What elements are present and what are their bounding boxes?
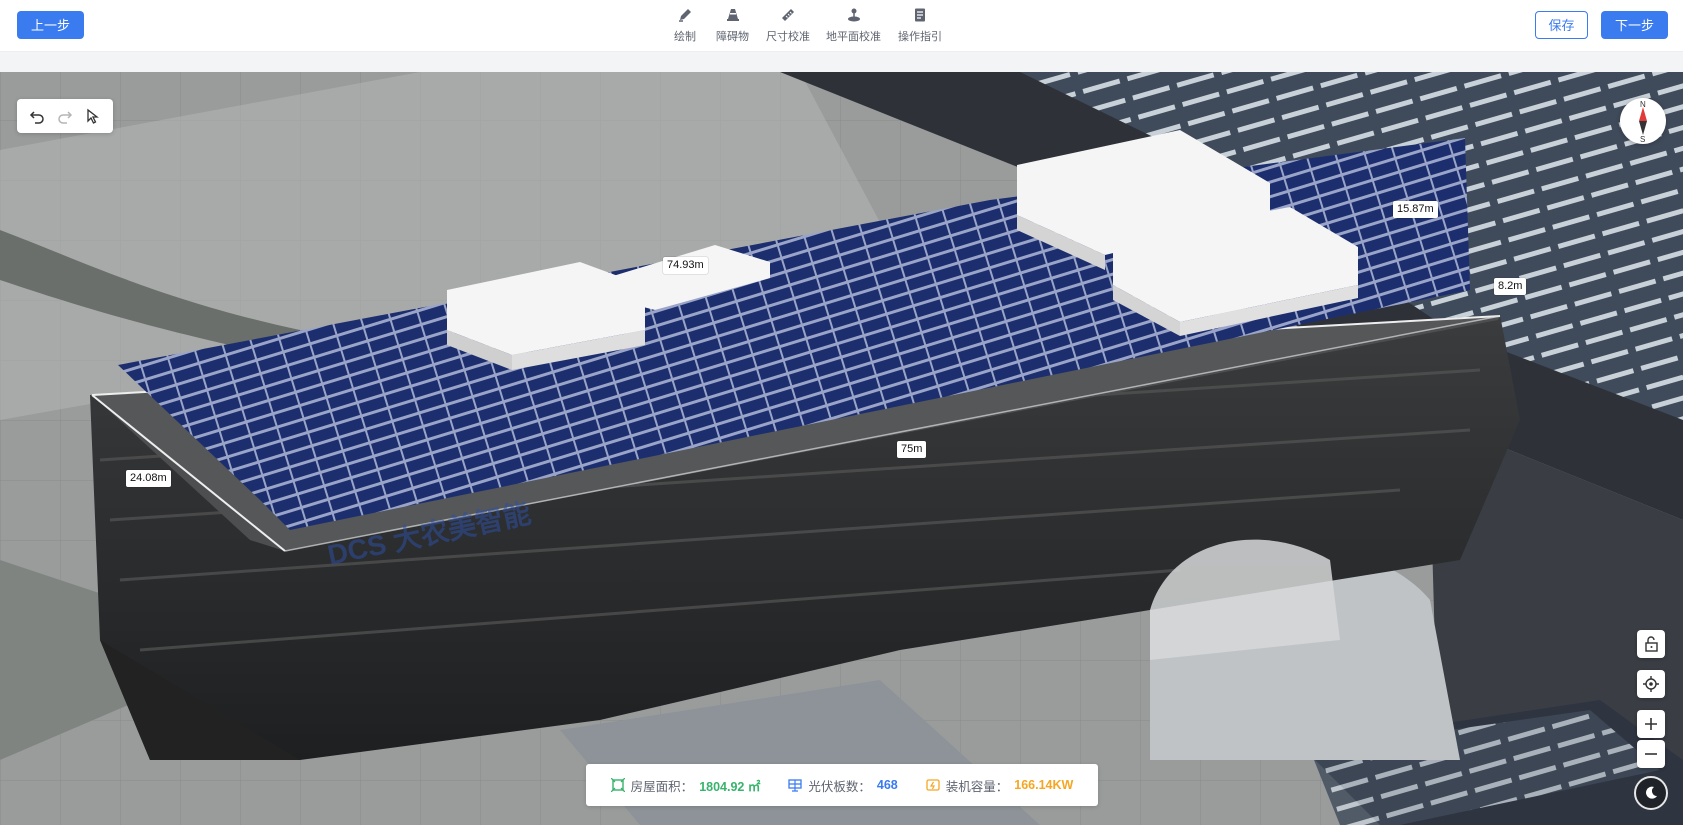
save-button[interactable]: 保存 <box>1535 11 1588 39</box>
compass[interactable]: N S <box>1620 98 1666 144</box>
tool-draw[interactable]: 绘制 <box>674 7 696 47</box>
tool-guide-label: 操作指引 <box>898 31 942 43</box>
tool-size-calibration[interactable]: 尺寸校准 <box>766 7 810 47</box>
roof-area-label: 房屋面积： <box>630 779 694 794</box>
tool-ground-calibration[interactable]: 地平面校准 <box>826 7 881 47</box>
tool-obstacle[interactable]: 障碍物 <box>716 7 749 47</box>
solar-panel-icon <box>788 779 803 792</box>
measure-label: 75m <box>897 441 927 458</box>
edit-tools-panel <box>17 99 113 133</box>
measure-label: 24.08m <box>126 470 171 487</box>
stats-bar: 房屋面积： 1804.92 ㎡ 光伏板数： 468 装机容量： 166.14KW <box>586 764 1098 806</box>
tool-guide[interactable]: 操作指引 <box>898 7 942 47</box>
capacity-icon <box>926 779 940 791</box>
capacity-value: 166.14KW <box>1014 778 1074 792</box>
measure-label: 74.93m <box>663 257 708 274</box>
measure-label: 8.2m <box>1494 278 1527 295</box>
guide-icon <box>915 8 925 22</box>
svg-text:N: N <box>1640 100 1646 109</box>
panel-count-stat: 光伏板数： 468 <box>788 776 898 795</box>
area-icon <box>610 778 625 792</box>
prev-step-button[interactable]: 上一步 <box>17 11 84 39</box>
tool-size-calibration-label: 尺寸校准 <box>766 31 810 43</box>
map-scene[interactable]: DCS 大农美智能 74.93m 15.87m 8.2m 75m 24.08m <box>0 72 1683 825</box>
zoom-out-button[interactable] <box>1637 740 1665 768</box>
capacity-label: 装机容量： <box>945 779 1009 794</box>
zoom-in-button[interactable] <box>1637 710 1665 738</box>
locate-icon <box>1643 676 1659 692</box>
zoom-out-icon <box>1645 753 1657 755</box>
night-mode-icon <box>1646 786 1657 799</box>
unlock-icon <box>1645 636 1658 652</box>
ruler-icon <box>782 9 794 21</box>
measure-label: 15.87m <box>1393 201 1438 218</box>
undo-icon[interactable] <box>28 107 46 125</box>
redo-icon[interactable] <box>56 107 74 125</box>
zoom-in-icon <box>1645 718 1657 730</box>
tool-obstacle-label: 障碍物 <box>716 31 749 43</box>
compass-icon: N S <box>1639 100 1647 144</box>
next-step-button[interactable]: 下一步 <box>1601 11 1668 39</box>
night-mode-button[interactable] <box>1634 776 1668 810</box>
top-toolbar: 上一步 绘制 障碍物 尺寸校准 地平面校准 操作指引 保存 下一步 <box>0 0 1683 52</box>
tool-ground-calibration-label: 地平面校准 <box>826 31 881 43</box>
unlock-button[interactable] <box>1637 630 1665 658</box>
toolbar-divider <box>0 52 1683 72</box>
obstacle-icon <box>726 9 739 21</box>
panel-count-value: 468 <box>876 778 898 792</box>
locate-button[interactable] <box>1637 670 1665 698</box>
roof-area-value: 1804.92 ㎡ <box>699 779 761 794</box>
select-cursor-icon[interactable] <box>84 107 102 125</box>
svg-text:S: S <box>1640 135 1645 144</box>
roof-area-stat: 房屋面积： 1804.92 ㎡ <box>610 776 761 795</box>
roof-model-view: DCS 大农美智能 <box>0 72 1683 825</box>
capacity-stat: 装机容量： 166.14KW <box>926 776 1074 795</box>
panel-count-label: 光伏板数： <box>808 779 871 794</box>
tool-draw-label: 绘制 <box>674 31 696 43</box>
ground-plane-icon <box>847 8 860 22</box>
pen-icon <box>679 9 691 22</box>
